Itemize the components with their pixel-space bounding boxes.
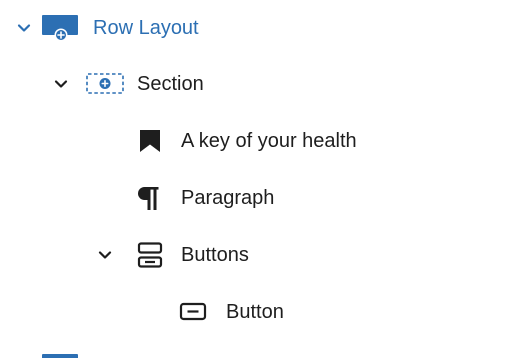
tree-item-label: A key of your health [181, 130, 357, 152]
buttons-icon [137, 242, 163, 268]
tree-item-label: Paragraph [181, 187, 275, 209]
tree-item-button[interactable]: Button [0, 292, 528, 332]
paragraph-icon [138, 187, 159, 210]
tree-item-label: Row Layout [93, 17, 199, 39]
block-list-view: Row Layout Section A key of your health … [0, 0, 528, 358]
bookmark-icon [140, 130, 160, 152]
tree-item-row-layout[interactable]: Row Layout [0, 8, 528, 48]
chevron-down-icon[interactable] [16, 20, 32, 36]
tree-item-paragraph[interactable]: Paragraph [0, 178, 528, 218]
section-icon [86, 73, 124, 94]
tree-item-label: Button [226, 301, 284, 323]
tree-item-label: Buttons [181, 244, 249, 266]
tree-item-label: Section [137, 73, 204, 95]
tree-item-section[interactable]: Section [0, 64, 528, 104]
row-layout-icon [42, 354, 78, 358]
button-icon [179, 302, 207, 321]
row-layout-icon [42, 15, 78, 42]
chevron-down-icon[interactable] [53, 76, 69, 92]
chevron-down-icon[interactable] [97, 247, 113, 263]
tree-item-buttons[interactable]: Buttons [0, 235, 528, 275]
tree-item-heading[interactable]: A key of your health [0, 121, 528, 161]
